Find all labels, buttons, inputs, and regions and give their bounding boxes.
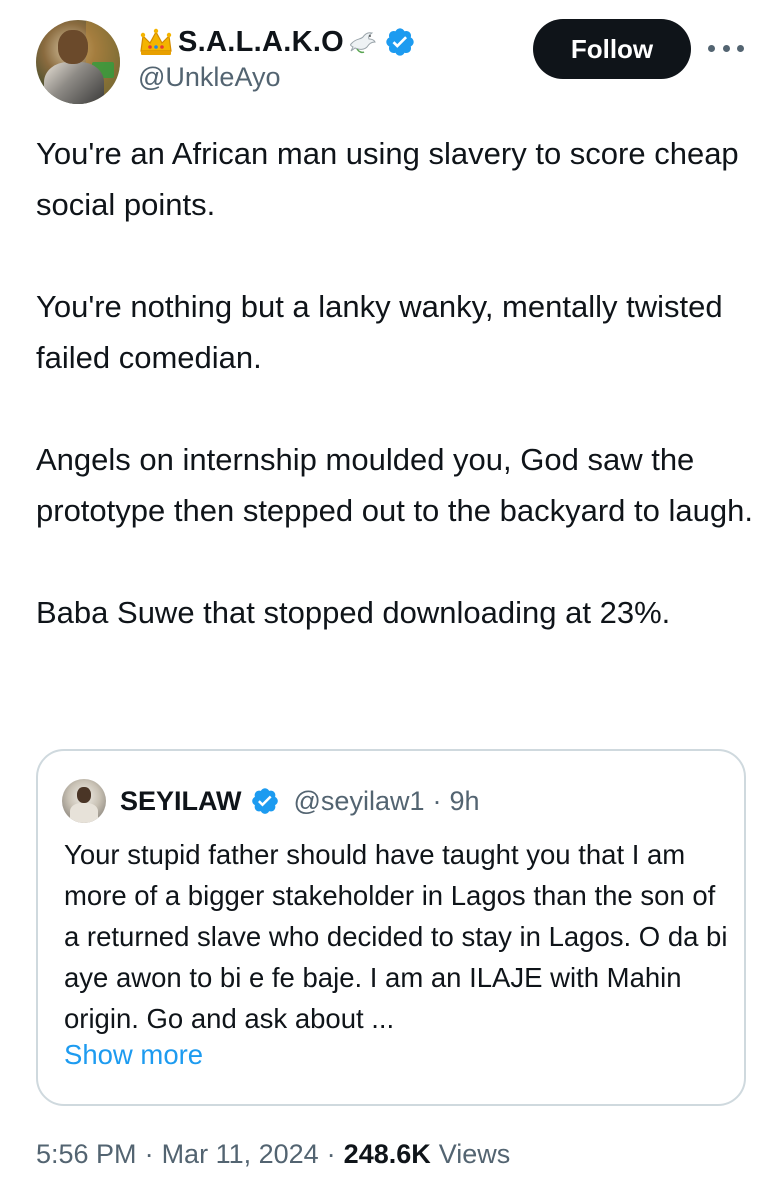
- separator-dot: ·: [432, 785, 442, 816]
- dove-icon: [350, 32, 376, 54]
- tweet-date[interactable]: Mar 11, 2024: [162, 1139, 319, 1170]
- verified-badge-icon: [251, 788, 278, 814]
- author-name-row[interactable]: S.A.L.A.K.O: [138, 22, 416, 62]
- more-horizontal-icon[interactable]: [708, 36, 744, 60]
- views-count: 248.6K: [343, 1139, 431, 1169]
- quoted-tweet-time[interactable]: 9h: [449, 786, 479, 817]
- tweet-paragraph: You're an African man using slavery to s…: [36, 136, 739, 222]
- tweet-paragraph: You're nothing but a lanky wanky, mental…: [36, 289, 723, 375]
- tweet-time[interactable]: 5:56 PM: [36, 1139, 137, 1170]
- more-dot: [722, 44, 730, 52]
- quoted-tweet-header: SEYILAW @seyilaw1 · 9h: [120, 781, 480, 821]
- avatar-figure-face: [58, 30, 88, 64]
- tweet-paragraph: Angels on internship moulded you, God sa…: [36, 442, 753, 528]
- separator-dot: ·: [144, 1139, 154, 1169]
- tweet-meta: 5:56 PM · Mar 11, 2024 · 248.6K Views: [36, 1139, 510, 1170]
- views-label: Views: [438, 1139, 511, 1169]
- crown-icon: [140, 28, 172, 55]
- tweet-page: S.A.L.A.K.O @UnkleAyo Follow You're an A…: [0, 0, 781, 1200]
- quoted-author-avatar[interactable]: [62, 779, 106, 823]
- show-more-link[interactable]: Show more: [64, 1039, 203, 1071]
- verified-badge-icon: [386, 28, 414, 56]
- quoted-tweet-text: Your stupid father should have taught yo…: [64, 839, 728, 1034]
- author-display-name[interactable]: S.A.L.A.K.O: [178, 26, 344, 59]
- follow-button[interactable]: Follow: [533, 19, 691, 79]
- tweet-text: You're an African man using slavery to s…: [36, 128, 756, 689]
- more-dot: [737, 44, 744, 52]
- quoted-avatar-face: [77, 787, 91, 803]
- avatar-figure-body: [44, 62, 104, 104]
- quoted-avatar-body: [70, 803, 98, 823]
- quoted-tweet-card[interactable]: SEYILAW @seyilaw1 · 9h Your stupid fathe…: [36, 749, 746, 1106]
- author-handle[interactable]: @UnkleAyo: [138, 62, 280, 93]
- tweet-header: S.A.L.A.K.O @UnkleAyo Follow: [0, 0, 781, 110]
- separator-dot: ·: [326, 1139, 336, 1169]
- quoted-author-handle[interactable]: @seyilaw1: [294, 786, 425, 817]
- quoted-author-name[interactable]: SEYILAW: [120, 786, 242, 817]
- author-avatar[interactable]: [36, 20, 120, 104]
- tweet-paragraph: Baba Suwe that stopped downloading at 23…: [36, 595, 671, 630]
- more-dot: [708, 44, 715, 52]
